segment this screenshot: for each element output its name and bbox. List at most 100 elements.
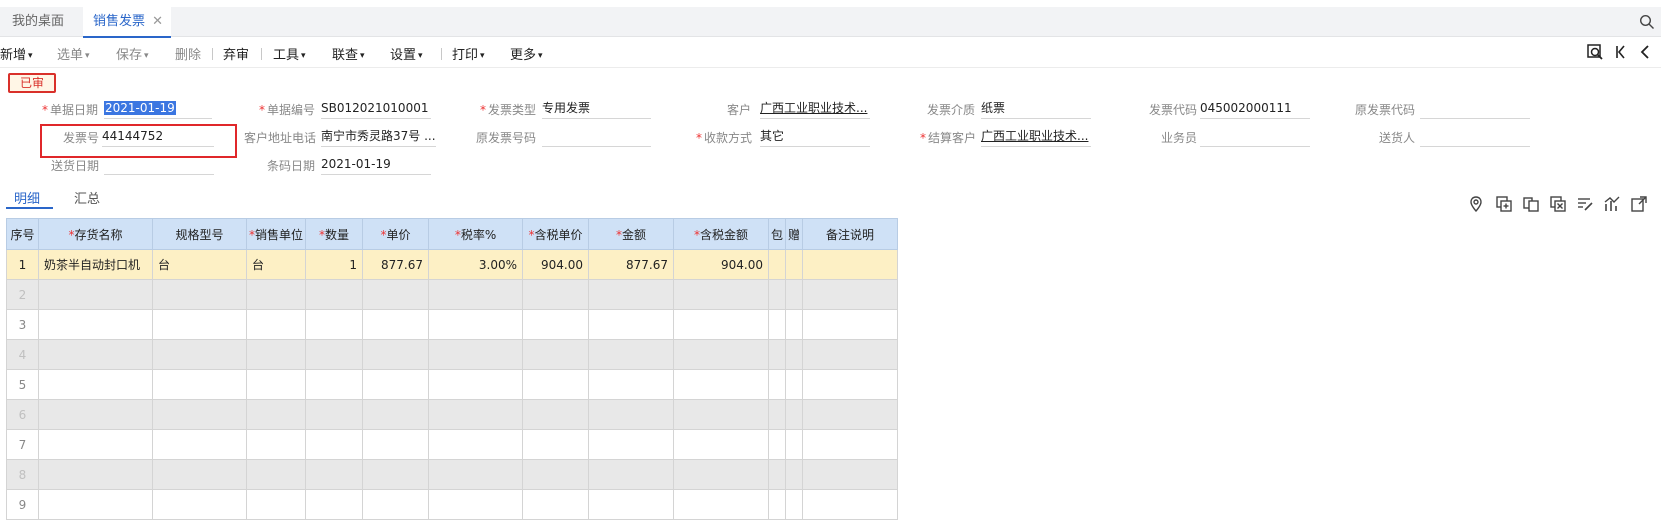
cell[interactable]: [305, 309, 364, 340]
cell-package[interactable]: [768, 249, 787, 280]
cell[interactable]: [245, 339, 307, 370]
cell[interactable]: [38, 399, 153, 430]
cell[interactable]: [152, 489, 247, 520]
cell[interactable]: [245, 369, 307, 400]
cell[interactable]: [362, 399, 430, 430]
cell[interactable]: [152, 339, 247, 370]
cell-gift[interactable]: [785, 249, 804, 280]
previous-record-icon[interactable]: [1636, 43, 1654, 61]
orig-invoice-code-field[interactable]: [1420, 99, 1530, 119]
add-row-icon[interactable]: [1495, 195, 1513, 213]
col-header-spec[interactable]: 规格型号: [152, 218, 247, 250]
table-row[interactable]: 7: [6, 429, 899, 460]
col-header-unit[interactable]: *销售单位: [245, 218, 307, 250]
cell[interactable]: [245, 429, 307, 460]
col-header-amount[interactable]: *金额: [588, 218, 675, 250]
cell-tax-rate[interactable]: 3.00%: [428, 249, 524, 280]
export-icon[interactable]: [1630, 195, 1648, 213]
col-header-package[interactable]: 包: [768, 218, 787, 250]
cell[interactable]: [802, 429, 899, 460]
col-header-name[interactable]: *存货名称: [38, 218, 153, 250]
new-button[interactable]: 新增 ▾: [0, 44, 33, 63]
more-button[interactable]: 更多 ▾: [510, 44, 543, 63]
cell[interactable]: [305, 369, 364, 400]
cell[interactable]: [588, 489, 675, 520]
cell[interactable]: [305, 459, 364, 490]
cell[interactable]: [588, 399, 675, 430]
col-header-qty[interactable]: *数量: [305, 218, 364, 250]
close-icon[interactable]: ✕: [152, 7, 163, 37]
cell[interactable]: [588, 339, 675, 370]
cell[interactable]: [588, 369, 675, 400]
tab-desktop[interactable]: 我的桌面: [2, 7, 74, 37]
invoice-medium-select[interactable]: 纸票: [981, 99, 1091, 119]
cell-tax-price[interactable]: 904.00: [522, 249, 590, 280]
search-icon[interactable]: [1639, 14, 1655, 30]
cell[interactable]: [588, 309, 675, 340]
delivery-date-field[interactable]: [104, 155, 214, 175]
cell[interactable]: [785, 339, 804, 370]
col-header-remark[interactable]: 备注说明: [802, 218, 899, 250]
cell[interactable]: [802, 459, 899, 490]
cell[interactable]: [362, 339, 430, 370]
cell[interactable]: [305, 489, 364, 520]
cell[interactable]: [38, 309, 153, 340]
cell[interactable]: [768, 309, 787, 340]
cell[interactable]: [802, 309, 899, 340]
cell[interactable]: [673, 429, 770, 460]
cell[interactable]: [38, 429, 153, 460]
cell[interactable]: [802, 339, 899, 370]
cell[interactable]: [305, 339, 364, 370]
cell[interactable]: [588, 429, 675, 460]
cell[interactable]: [785, 459, 804, 490]
salesperson-field[interactable]: [1200, 127, 1310, 147]
table-row[interactable]: 1 奶茶半自动封口机 台 台 1 877.67 3.00% 904.00 877…: [6, 249, 899, 280]
delete-button[interactable]: 删除: [175, 44, 201, 63]
cell[interactable]: [152, 399, 247, 430]
print-button[interactable]: 打印 ▾: [452, 44, 485, 63]
cell[interactable]: [673, 309, 770, 340]
cell[interactable]: [522, 429, 590, 460]
cell[interactable]: [785, 399, 804, 430]
cell-name[interactable]: 奶茶半自动封口机: [38, 249, 153, 280]
cell[interactable]: [428, 339, 524, 370]
cell-remark[interactable]: [802, 249, 899, 280]
cell[interactable]: [245, 399, 307, 430]
cell[interactable]: [305, 279, 364, 310]
invoice-code-field[interactable]: 045002000111: [1200, 99, 1310, 119]
select-button[interactable]: 选单 ▾: [57, 44, 90, 63]
payment-method-select[interactable]: 其它: [760, 127, 870, 147]
col-header-tax-amount[interactable]: *含税金额: [673, 218, 770, 250]
cell[interactable]: [428, 279, 524, 310]
invoice-type-select[interactable]: 专用发票: [542, 99, 651, 119]
cell-qty[interactable]: 1: [305, 249, 364, 280]
cell[interactable]: [362, 369, 430, 400]
cust-addr-phone-field[interactable]: 南宁市秀灵路37号 ...: [321, 127, 436, 147]
cell[interactable]: [428, 399, 524, 430]
cell[interactable]: [768, 489, 787, 520]
table-row[interactable]: 3: [6, 309, 899, 340]
table-row[interactable]: 6: [6, 399, 899, 430]
tools-button[interactable]: 工具 ▾: [273, 44, 306, 63]
table-row[interactable]: 5: [6, 369, 899, 400]
doc-date-field[interactable]: 2021-01-19: [104, 99, 212, 119]
tab-detail[interactable]: 明细: [14, 188, 40, 207]
col-header-gift[interactable]: 赠: [785, 218, 804, 250]
tab-summary[interactable]: 汇总: [74, 188, 100, 207]
cell[interactable]: [768, 429, 787, 460]
table-row[interactable]: 9: [6, 489, 899, 520]
cell[interactable]: [522, 339, 590, 370]
cell[interactable]: [802, 369, 899, 400]
cell[interactable]: [588, 279, 675, 310]
cell[interactable]: [802, 399, 899, 430]
cell[interactable]: [305, 399, 364, 430]
cell[interactable]: [38, 489, 153, 520]
cell-price[interactable]: 877.67: [362, 249, 430, 280]
cell[interactable]: [362, 309, 430, 340]
cell[interactable]: [245, 489, 307, 520]
save-button[interactable]: 保存 ▾: [116, 44, 149, 63]
table-row[interactable]: 2: [6, 279, 899, 310]
cell[interactable]: [522, 459, 590, 490]
cell[interactable]: [362, 459, 430, 490]
cell[interactable]: [522, 489, 590, 520]
